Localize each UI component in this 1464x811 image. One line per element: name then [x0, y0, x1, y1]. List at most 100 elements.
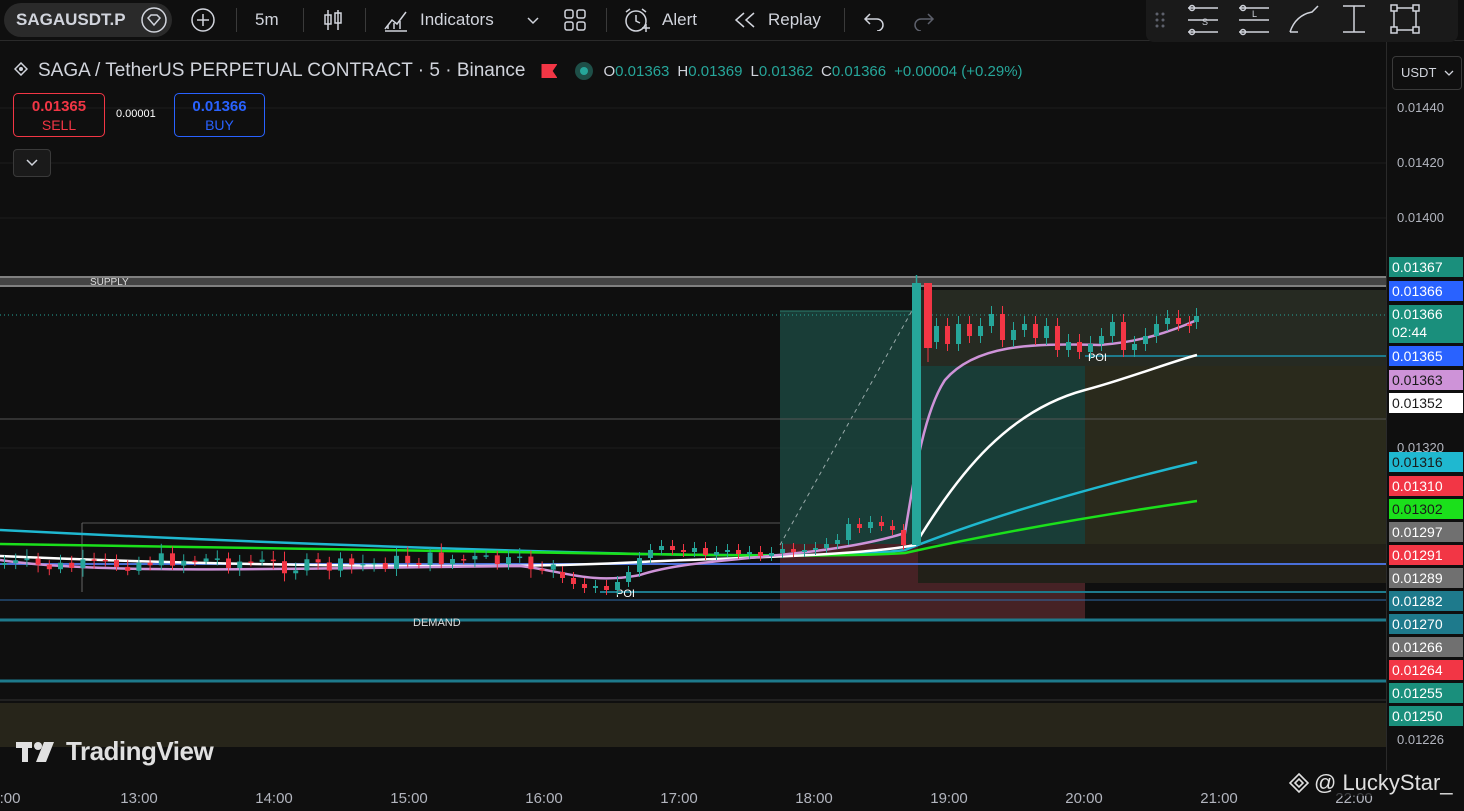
chart-title[interactable]: SAGA / TetherUS PERPETUAL CONTRACT · 5 ·…: [38, 60, 525, 82]
price-axis[interactable]: USDT 0.01440 0.01420 0.01400 0.01320 0.0…: [1386, 42, 1464, 782]
interval-button[interactable]: 5m: [255, 0, 279, 40]
candle: [338, 558, 343, 571]
price-tick: 0.01226: [1397, 732, 1444, 747]
candle: [1154, 324, 1159, 336]
diamond-icon[interactable]: [140, 0, 168, 40]
flag-icon[interactable]: [541, 64, 558, 78]
sell-label: SELL: [41, 117, 77, 133]
candle: [1077, 342, 1082, 352]
price-label: 0.01363: [1389, 370, 1463, 390]
ohlc-low: L0.01362: [750, 62, 814, 80]
indicators-button[interactable]: Indicators: [420, 0, 494, 40]
candle: [304, 559, 310, 571]
chart-pane[interactable]: SUPPLY POI POI DEMAND SAGA / TetherUS PE…: [0, 42, 1386, 782]
candle: [1000, 314, 1005, 340]
candle: [270, 559, 276, 562]
candle: [58, 562, 63, 570]
candle: [835, 540, 840, 544]
candle: [615, 582, 620, 590]
time-tick: 15:00: [390, 790, 428, 807]
supply-band: [0, 276, 1386, 287]
price-label-value: 0.01291: [1392, 547, 1443, 563]
candle: [394, 555, 399, 569]
candle: [483, 555, 489, 557]
price-label-value: 0.01250: [1392, 708, 1443, 724]
candle: [659, 546, 664, 550]
alarm-clock-icon[interactable]: [622, 0, 652, 40]
collapse-panel-button[interactable]: [13, 149, 51, 177]
add-symbol-icon[interactable]: [190, 0, 216, 40]
indicators-icon[interactable]: [382, 0, 410, 40]
candle: [69, 562, 75, 568]
eye-status-icon[interactable]: [575, 62, 594, 80]
price-label-value: 0.01352: [1392, 395, 1443, 411]
candle: [857, 524, 862, 528]
price-label-value: 0.01365: [1392, 348, 1443, 364]
toolbar-divider: [365, 8, 366, 32]
alert-button[interactable]: Alert: [662, 0, 697, 40]
sell-button[interactable]: 0.01365 SELL: [13, 93, 105, 137]
candle: [824, 544, 829, 548]
candle: [539, 569, 545, 571]
price-label-value: 0.01289: [1392, 570, 1443, 586]
price-label: 0.01366: [1389, 281, 1463, 301]
candle: [714, 552, 719, 555]
candle: [989, 314, 994, 326]
tradingview-wordmark: TradingView: [66, 736, 214, 766]
candle: [24, 558, 30, 561]
currency-selector[interactable]: USDT: [1392, 56, 1462, 90]
time-tick: 19:00: [930, 790, 968, 807]
price-label: 0.01264: [1389, 660, 1463, 680]
chevron-down-icon: [26, 159, 38, 167]
candle: [349, 558, 355, 565]
candle: [1099, 336, 1104, 344]
time-tick: 20:00: [1065, 790, 1103, 807]
candle: [450, 559, 455, 565]
price-label-value: 0.01363: [1392, 372, 1443, 388]
candle: [360, 563, 366, 566]
candle: [416, 562, 422, 565]
ohlc-open: O0.01363: [603, 62, 670, 80]
time-tick: :00: [0, 790, 21, 807]
candle: [1055, 326, 1060, 350]
symbol-name[interactable]: SAGAUSDT.P: [16, 0, 126, 40]
candle: [293, 570, 299, 574]
chevron-down-icon[interactable]: [525, 0, 541, 40]
replay-button[interactable]: Replay: [768, 0, 821, 40]
supply-zone-box: [918, 290, 1386, 366]
level-tool-icon: L: [1239, 4, 1269, 36]
price-label-value: 0.01366: [1392, 283, 1443, 299]
candle: [13, 560, 19, 564]
candle: [91, 559, 97, 561]
replay-icon[interactable]: [732, 0, 758, 40]
candle: [934, 326, 939, 342]
candle: [248, 561, 254, 564]
candle: [604, 586, 609, 590]
price-label-value: 0.01302: [1392, 501, 1443, 517]
price-label: 0.01352: [1389, 393, 1463, 413]
redo-icon[interactable]: [912, 0, 936, 40]
price-label-value: 0.01310: [1392, 478, 1443, 494]
candle: [626, 572, 631, 582]
candle: [582, 584, 587, 588]
layout-grid-icon[interactable]: [562, 0, 588, 40]
candle: [736, 550, 741, 554]
undo-icon[interactable]: [862, 0, 886, 40]
candlestick-icon[interactable]: [320, 0, 346, 40]
candle: [203, 558, 209, 562]
toolbar-divider: [303, 8, 304, 32]
candle: [528, 556, 534, 570]
candle: [703, 548, 708, 555]
candle: [670, 546, 675, 550]
candle: [371, 563, 377, 565]
candle: [1132, 344, 1137, 350]
tradingview-logo[interactable]: TradingView: [16, 736, 214, 767]
buy-button[interactable]: 0.01366 BUY: [174, 93, 265, 137]
price-label: 0.01310: [1389, 476, 1463, 496]
rectangle-tool-icon: [1390, 4, 1420, 34]
time-axis[interactable]: :00 13:00 14:00 15:00 16:00 17:00 18:00 …: [0, 770, 1464, 811]
candle: [158, 553, 164, 566]
price-label-value: 0.01264: [1392, 662, 1443, 678]
price-label-value: 0.01282: [1392, 593, 1443, 609]
candle: [725, 550, 730, 552]
